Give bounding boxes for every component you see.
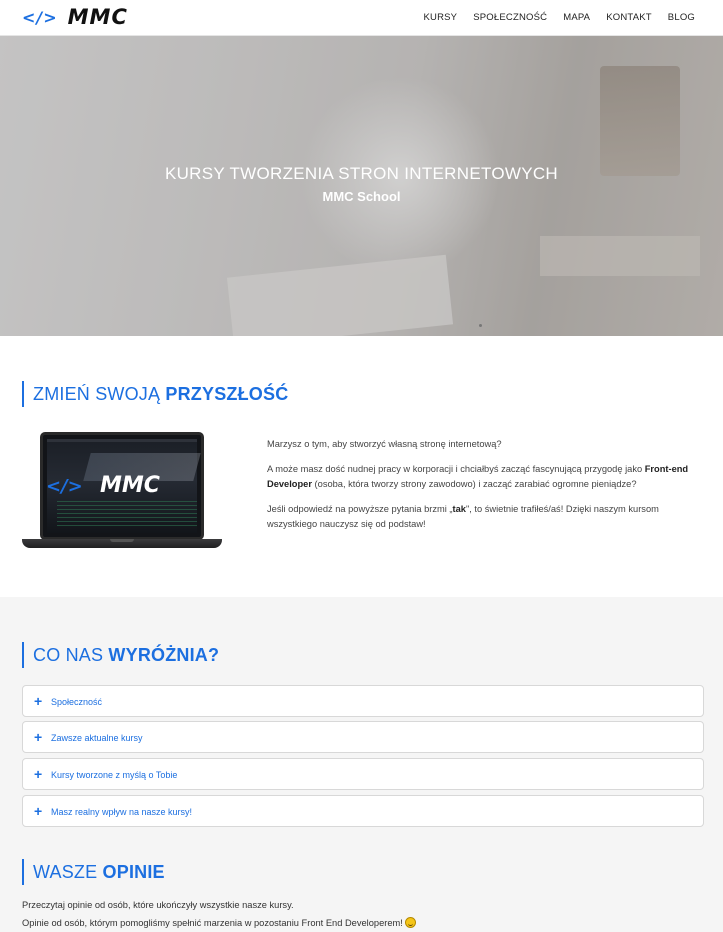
plus-icon: +	[34, 766, 43, 782]
laptop-logo-code-icon: </>	[46, 476, 83, 497]
nav-item-blog[interactable]: BLOG	[668, 12, 695, 23]
heading-light: CO NAS	[33, 645, 109, 665]
accordion-item-kursy-dla-ciebie[interactable]: + Kursy tworzone z myślą o Tobie	[22, 758, 704, 790]
plus-icon: +	[34, 729, 43, 745]
heading-light: ZMIEŃ SWOJĄ	[33, 384, 166, 404]
intro-paragraph-1: Marzysz o tym, aby stworzyć własną stron…	[267, 437, 707, 452]
logo-code-icon: </>	[22, 7, 58, 27]
accordion-label: Masz realny wpływ na nasze kursy!	[51, 807, 193, 817]
intro-p1-text: Marzysz o tym, aby stworzyć własną stron…	[267, 439, 502, 449]
laptop-image: </> MMC	[22, 432, 222, 550]
intro-paragraph-3: Jeśli odpowiedź na powyższe pytania brzm…	[267, 502, 707, 532]
hero-banner: KURSY TWORZENIA STRON INTERNETOWYCH MMC …	[0, 36, 723, 336]
nav-item-spolecznosc[interactable]: SPOŁECZNOŚĆ	[473, 12, 547, 23]
heading-light: WASZE	[33, 862, 103, 882]
nav-item-mapa[interactable]: MAPA	[563, 12, 590, 23]
opinions-line-2-text: Opinie od osób, którym pomogliśmy spełni…	[22, 918, 403, 928]
heading-bold: WYRÓŻNIA?	[108, 645, 220, 665]
laptop-screen-code-lines	[57, 501, 197, 527]
intro-p2-text-after: (osoba, która tworzy strony zawodowo) i …	[311, 479, 637, 489]
intro-text: Marzysz o tym, aby stworzyć własną stron…	[267, 437, 707, 542]
intro-p3-bold: tak	[452, 504, 466, 514]
intro-paragraph-2: A może masz dość nudnej pracy w korporac…	[267, 462, 707, 492]
accordion-label: Kursy tworzone z myślą o Tobie	[51, 770, 178, 780]
hero-overlay	[0, 36, 723, 336]
laptop-logo-text: MMC	[100, 473, 160, 498]
opinions-line-2: Opinie od osób, którym pomogliśmy spełni…	[22, 914, 702, 932]
plus-icon: +	[34, 693, 43, 709]
main-nav: KURSY SPOŁECZNOŚĆ MAPA KONTAKT BLOG	[423, 0, 695, 34]
intro-p2-text-before: A może masz dość nudnej pracy w korporac…	[267, 464, 645, 474]
plus-icon: +	[34, 803, 43, 819]
accordion-item-aktualne-kursy[interactable]: + Zawsze aktualne kursy	[22, 721, 704, 753]
logo[interactable]: </> MMC	[22, 4, 128, 30]
laptop-menu-bar	[47, 439, 197, 442]
accordion-item-spolecznosc[interactable]: + Społeczność	[22, 685, 704, 717]
opinions-line-1: Przeczytaj opinie od osób, które ukończy…	[22, 900, 294, 910]
heading-bold: OPINIE	[102, 862, 165, 882]
site-header: </> MMC KURSY SPOŁECZNOŚĆ MAPA KONTAKT B…	[0, 0, 723, 36]
hero-subtitle: MMC School	[322, 189, 401, 204]
section-heading-opinions: WASZE OPINIE	[22, 859, 165, 885]
section-heading-features: CO NAS WYRÓŻNIA?	[22, 642, 219, 668]
hero-dot	[479, 324, 482, 327]
hero-title: KURSY TWORZENIA STRON INTERNETOWYCH	[164, 164, 559, 183]
opinions-intro: Przeczytaj opinie od osób, które ukończy…	[22, 896, 702, 932]
section-heading-future: ZMIEŃ SWOJĄ PRZYSZŁOŚĆ	[22, 381, 288, 407]
accordion-label: Zawsze aktualne kursy	[51, 733, 143, 743]
nav-item-kontakt[interactable]: KONTAKT	[606, 12, 652, 23]
accordion-item-realny-wplyw[interactable]: + Masz realny wpływ na nasze kursy!	[22, 795, 704, 827]
accordion-label: Społeczność	[51, 697, 103, 707]
logo-text: MMC	[67, 5, 128, 29]
laptop-notch	[110, 539, 134, 542]
nav-item-kursy[interactable]: KURSY	[423, 12, 457, 23]
intro-p3-text-before: Jeśli odpowiedź na powyższe pytania brzm…	[267, 504, 453, 514]
heading-bold: PRZYSZŁOŚĆ	[165, 384, 289, 404]
smile-emoji-icon	[405, 917, 417, 928]
